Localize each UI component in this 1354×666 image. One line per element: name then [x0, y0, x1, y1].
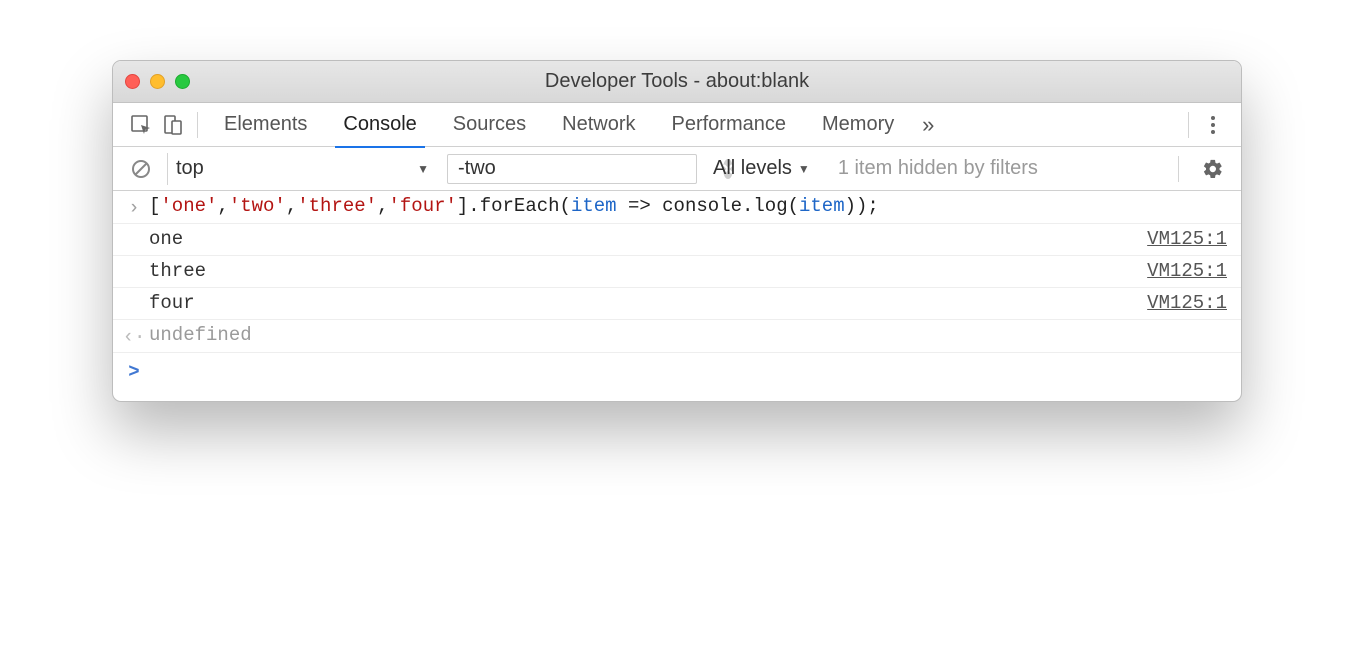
source-link[interactable]: VM125:1 [1147, 260, 1227, 282]
input-chevron-icon: › [119, 195, 149, 219]
tab-sources[interactable]: Sources [435, 103, 544, 147]
traffic-lights [125, 74, 190, 89]
tab-performance[interactable]: Performance [654, 103, 805, 147]
console-input-code[interactable]: ['one','two','three','four'].forEach(ite… [149, 195, 1227, 217]
context-selector-value: top [176, 157, 204, 180]
hidden-items-info: 1 item hidden by filters [838, 157, 1038, 180]
filter-input-container [447, 154, 697, 184]
result-chevron-icon: ‹· [119, 324, 149, 348]
console-result-text: undefined [149, 324, 1227, 346]
context-selector[interactable]: top ▼ [167, 153, 437, 185]
console-prompt-input[interactable] [149, 359, 1227, 383]
separator [1188, 112, 1189, 138]
console-log-text: three [149, 260, 1147, 282]
tab-elements[interactable]: Elements [206, 103, 325, 147]
source-link[interactable]: VM125:1 [1147, 292, 1227, 314]
device-toolbar-icon[interactable] [157, 109, 189, 141]
console-log-row: four VM125:1 [113, 288, 1241, 320]
console-filter-bar: top ▼ All levels ▼ 1 item hidden by filt… [113, 147, 1241, 191]
titlebar: Developer Tools - about:blank [113, 61, 1241, 103]
prompt-chevron-icon: > [119, 359, 149, 383]
tab-network[interactable]: Network [544, 103, 653, 147]
chevron-down-icon: ▼ [798, 162, 810, 176]
separator [1178, 156, 1179, 182]
chevron-down-icon: ▼ [417, 162, 429, 176]
tab-memory[interactable]: Memory [804, 103, 912, 147]
console-log-text: one [149, 228, 1147, 250]
tab-console[interactable]: Console [325, 103, 434, 147]
console-input-row: › ['one','two','three','four'].forEach(i… [113, 191, 1241, 224]
console-log-text: four [149, 292, 1147, 314]
console-result-row: ‹· undefined [113, 320, 1241, 353]
minimize-window-button[interactable] [150, 74, 165, 89]
separator [197, 112, 198, 138]
console-output: › ['one','two','three','four'].forEach(i… [113, 191, 1241, 401]
overflow-menu-icon[interactable] [1197, 109, 1229, 141]
tabs-bar: Elements Console Sources Network Perform… [113, 103, 1241, 147]
clear-console-icon[interactable] [125, 153, 157, 185]
devtools-window: Developer Tools - about:blank Elements C… [112, 60, 1242, 402]
console-log-row: three VM125:1 [113, 256, 1241, 288]
filter-input[interactable] [458, 157, 723, 180]
console-settings-icon[interactable] [1197, 153, 1229, 185]
window-title: Developer Tools - about:blank [113, 70, 1241, 93]
log-levels-label: All levels [713, 157, 792, 180]
inspect-element-icon[interactable] [125, 109, 157, 141]
log-levels-selector[interactable]: All levels ▼ [707, 157, 816, 180]
zoom-window-button[interactable] [175, 74, 190, 89]
console-prompt-row[interactable]: > [113, 353, 1241, 401]
more-tabs-icon[interactable]: » [912, 109, 944, 141]
source-link[interactable]: VM125:1 [1147, 228, 1227, 250]
console-log-row: one VM125:1 [113, 224, 1241, 256]
close-window-button[interactable] [125, 74, 140, 89]
